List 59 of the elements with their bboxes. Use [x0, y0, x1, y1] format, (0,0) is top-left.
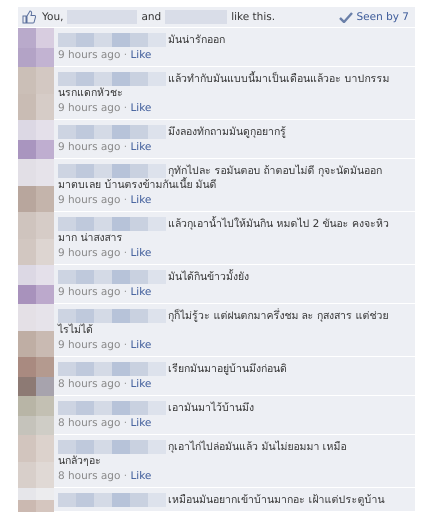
- timestamp: 8 hours ago: [58, 417, 120, 429]
- comment-text: เหมือนมันอยากเข้าบ้านมากอะ เฝ้าแต่ประตูบ้าน: [168, 493, 384, 507]
- timestamp: 9 hours ago: [58, 247, 120, 259]
- timestamp: 9 hours ago: [58, 286, 120, 298]
- timestamp: 8 hours ago: [58, 470, 120, 482]
- like-text: and: [141, 11, 162, 23]
- like-link[interactable]: Like: [130, 286, 152, 298]
- pixelated-avatar: [18, 265, 54, 304]
- like-link[interactable]: Like: [130, 417, 152, 429]
- comment-text: ไรไม่ได้: [58, 323, 93, 337]
- like-text: You,: [42, 11, 64, 23]
- separator-dot: ·: [124, 194, 128, 206]
- separator-dot: ·: [124, 247, 128, 259]
- separator-dot: ·: [124, 470, 128, 482]
- like-link[interactable]: Like: [130, 378, 152, 390]
- comment-text: นรกแดกหัวชะ: [58, 86, 123, 100]
- seen-count[interactable]: Seen by 7: [356, 11, 409, 23]
- separator-dot: ·: [124, 417, 128, 429]
- thumbs-up-icon: [22, 10, 36, 24]
- pixelated-avatar: [18, 357, 54, 396]
- like-link[interactable]: Like: [130, 194, 152, 206]
- comment-text: นกลัวๆอะ: [58, 454, 101, 468]
- pixelated-avatar: [18, 28, 54, 67]
- separator-dot: ·: [124, 141, 128, 153]
- like-link[interactable]: Like: [130, 247, 152, 259]
- pixelated-avatar: [18, 120, 54, 159]
- like-link[interactable]: Like: [130, 470, 152, 482]
- like-link[interactable]: Like: [130, 339, 152, 351]
- like-text: like this.: [231, 11, 276, 23]
- timestamp: 8 hours ago: [58, 378, 120, 390]
- comment-text: มึงลองทักถามมันดูกุอยากรู้: [168, 125, 286, 139]
- pixelated-avatar: [18, 212, 54, 265]
- like-link[interactable]: Like: [130, 49, 152, 61]
- separator-dot: ·: [124, 49, 128, 61]
- comment-text: เรียกมันมาอยู่บ้านมึงก่อนดิ: [168, 362, 287, 376]
- timestamp: 9 hours ago: [58, 194, 120, 206]
- comment-text: แล้วกุเอาน้ำไปให้มันกิน หมดไป 2 ขันอะ คงจะหิว: [168, 217, 390, 231]
- comment-text: มันน่ารักออก: [168, 33, 225, 47]
- comment-text: แล้วทำกับมันแบบนี้มาเป็นเดือนแล้วอะ บาปกรรม: [168, 72, 390, 86]
- comment-text: มันได้กินข้าวมั้งยัง: [168, 270, 249, 284]
- timestamp: 9 hours ago: [58, 49, 120, 61]
- like-link[interactable]: Like: [130, 102, 152, 114]
- separator-dot: ·: [124, 378, 128, 390]
- comment-text: กุก็ไม่รู้วะ แต่ฝนตกมาครึ่งชม ละ กุสงสาร แต่ช่วย: [168, 309, 388, 323]
- separator-dot: ·: [124, 286, 128, 298]
- timestamp: 9 hours ago: [58, 102, 120, 114]
- pixelated-avatar: [18, 67, 54, 120]
- separator-dot: ·: [124, 102, 128, 114]
- timestamp: 9 hours ago: [58, 339, 120, 351]
- comment-text: กุทักไปละ รอมันตอบ ถ้าตอบไม่ดี กุจะนัดมันออก: [168, 164, 382, 177]
- comment-text: มาตบเลย บ้านตรงข้ามกันเนี้ย มันดี: [58, 178, 217, 192]
- like-link[interactable]: Like: [130, 141, 152, 153]
- checkmark-icon: [338, 12, 353, 22]
- pixelated-avatar: [18, 396, 54, 435]
- separator-dot: ·: [124, 339, 128, 351]
- comment-text: มาก น่าสงสาร: [58, 231, 122, 245]
- timestamp: 9 hours ago: [58, 141, 120, 153]
- comment-text: เอามันมาไว้บ้านมึง: [168, 401, 254, 415]
- comment-text: กุเอาไก่ไปล่อมันแล้ว มันไม่ยอมมา เหมือ: [168, 440, 347, 454]
